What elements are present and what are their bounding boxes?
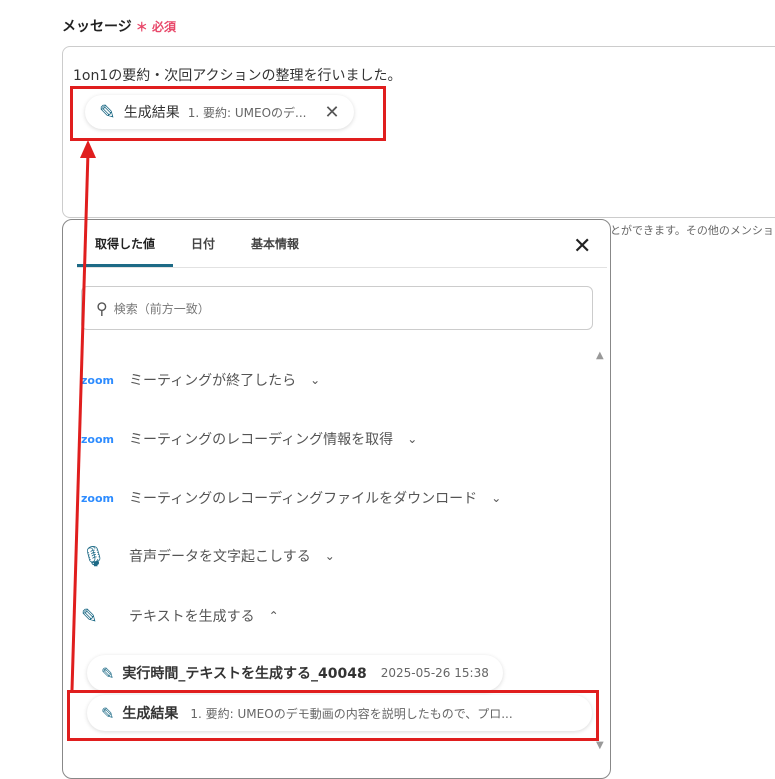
red-arrow [70, 140, 96, 691]
